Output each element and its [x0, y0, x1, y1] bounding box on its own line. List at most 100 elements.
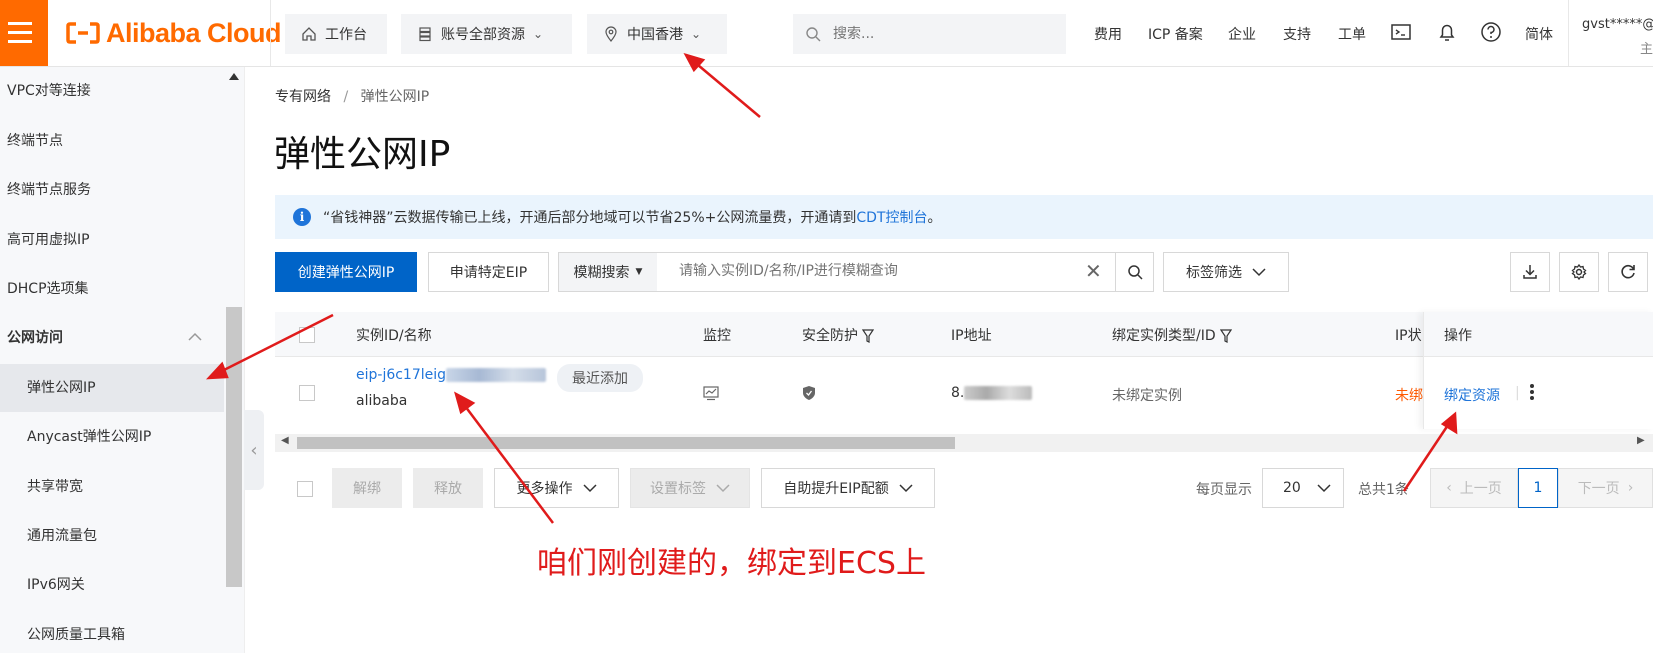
set-tags-button[interactable]: 设置标签: [630, 468, 750, 508]
sidebar-item-traffic-package[interactable]: 通用流量包: [0, 512, 224, 560]
instance-id-text: eip-j6c17leig: [356, 367, 447, 383]
header-link-support[interactable]: 支持: [1283, 24, 1311, 44]
account-name[interactable]: gvst*****@: [1582, 17, 1653, 32]
arrow-to-region: [691, 59, 761, 118]
cdt-console-link[interactable]: CDT控制台: [856, 210, 927, 226]
tag-filter-button[interactable]: 标签筛选: [1163, 252, 1289, 292]
create-eip-button[interactable]: 创建弹性公网IP: [275, 252, 417, 292]
gear-icon: [1571, 263, 1587, 281]
language-switch[interactable]: 简体: [1525, 24, 1553, 44]
clear-icon[interactable]: ✕: [1085, 259, 1102, 283]
breadcrumb-current: 弹性公网IP: [360, 89, 430, 105]
sidebar-item-label: 高可用虚拟IP: [7, 232, 90, 248]
refresh-button[interactable]: [1608, 252, 1648, 292]
download-button[interactable]: [1510, 252, 1550, 292]
alibaba-cloud-logo[interactable]: Alibaba Cloud: [66, 17, 282, 48]
search-mode-label: 模糊搜索: [573, 265, 630, 281]
sidebar-item-endpoint[interactable]: 终端节点: [0, 117, 224, 165]
apply-specific-eip-button[interactable]: 申请特定EIP: [428, 252, 549, 292]
next-page-button[interactable]: 下一页 ›: [1558, 468, 1653, 508]
sidebar-scrollbar[interactable]: [226, 307, 242, 587]
sidebar-item-dhcp[interactable]: DHCP选项集: [0, 265, 224, 313]
page-1-button[interactable]: 1: [1518, 468, 1558, 508]
scroll-right-icon[interactable]: ▶: [1637, 435, 1645, 446]
sidebar-item-havip[interactable]: 高可用虚拟IP: [0, 216, 224, 264]
more-vertical-icon[interactable]: [1529, 383, 1535, 401]
bottom-select-all-checkbox[interactable]: [297, 481, 313, 497]
header-link-icp[interactable]: ICP 备案: [1148, 24, 1203, 44]
notice-banner: i “省钱神器”云数据传输已上线，开通后部分地域可以节省25%+公网流量费，开通…: [275, 195, 1653, 239]
workbench-button[interactable]: 工作台: [285, 14, 387, 54]
top-bar: Alibaba Cloud 工作台 账号全部资源 ⌄ 中国香港 ⌄ 费用 ICP…: [0, 0, 1653, 67]
row-checkbox[interactable]: [299, 385, 315, 401]
filter-icon[interactable]: [1219, 329, 1233, 343]
column-bind-instance-label: 绑定实例类型/ID: [1112, 328, 1216, 344]
prev-page-button[interactable]: ‹ 上一页: [1430, 468, 1518, 508]
raise-quota-label: 自助提升EIP配额: [783, 481, 889, 497]
sidebar-item-eip[interactable]: 弹性公网IP: [0, 364, 224, 412]
column-bind-instance[interactable]: 绑定实例类型/ID: [1112, 325, 1233, 345]
instance-search-input[interactable]: [677, 262, 1061, 280]
column-security[interactable]: 安全防护: [802, 325, 875, 345]
sidebar-item-anycast-eip[interactable]: Anycast弹性公网IP: [0, 413, 224, 461]
resource-group-label: 账号全部资源: [441, 27, 525, 43]
sidebar-item-label: 通用流量包: [27, 528, 97, 544]
sidebar-item-endpoint-service[interactable]: 终端节点服务: [0, 166, 224, 214]
location-pin-icon: [605, 26, 617, 42]
sidebar-group-label: 公网访问: [7, 330, 63, 346]
chevron-left-icon: ‹: [250, 439, 258, 461]
chevron-down-icon: ⌄: [691, 27, 702, 41]
sidebar-item-label: IPv6网关: [27, 577, 85, 593]
region-label: 中国香港: [627, 27, 683, 43]
global-search-input[interactable]: [831, 25, 1035, 43]
header-link-billing[interactable]: 费用: [1094, 24, 1122, 44]
monitor-icon[interactable]: [703, 385, 719, 401]
raise-eip-quota-button[interactable]: 自助提升EIP配额: [761, 468, 935, 508]
horizontal-scroll-thumb[interactable]: [297, 437, 955, 449]
sidebar-item-vpc-peering[interactable]: VPC对等连接: [0, 67, 224, 115]
terminal-icon[interactable]: [1390, 21, 1412, 43]
sidebar-item-label: DHCP选项集: [7, 281, 89, 297]
page-size-select[interactable]: 20: [1262, 468, 1344, 508]
unbind-button[interactable]: 解绑: [332, 468, 402, 508]
resource-group-selector[interactable]: 账号全部资源 ⌄: [401, 14, 572, 54]
sidebar-collapse-handle[interactable]: ‹: [244, 410, 264, 490]
shield-icon[interactable]: [802, 385, 816, 401]
search-mode-select[interactable]: 模糊搜索 ▼: [559, 253, 657, 291]
instance-name: alibaba: [356, 393, 408, 409]
select-all-checkbox[interactable]: [299, 327, 315, 343]
global-search[interactable]: [793, 14, 1066, 54]
action-divider: |: [1515, 385, 1520, 401]
release-button[interactable]: 释放: [413, 468, 483, 508]
eip-table: 实例ID/名称 监控 安全防护 IP地址 绑定实例类型/ID IP状 eip-j…: [275, 312, 1653, 457]
chevron-down-icon: [1317, 484, 1331, 493]
settings-button[interactable]: [1559, 252, 1599, 292]
region-selector[interactable]: 中国香港 ⌄: [587, 14, 727, 54]
chevron-down-icon: [716, 484, 730, 493]
scroll-left-icon[interactable]: ◀: [281, 435, 289, 446]
bell-icon[interactable]: [1436, 21, 1458, 43]
header-link-ticket[interactable]: 工单: [1338, 24, 1366, 44]
logo-text: Alibaba Cloud: [106, 17, 282, 48]
filter-icon[interactable]: [862, 329, 875, 343]
more-actions-label: 更多操作: [516, 481, 573, 497]
sidebar-item-shared-bandwidth[interactable]: 共享带宽: [0, 463, 224, 511]
header-link-enterprise[interactable]: 企业: [1228, 24, 1256, 44]
bind-resource-link[interactable]: 绑定资源: [1444, 385, 1500, 405]
sidebar-group-public-access[interactable]: 公网访问: [0, 314, 224, 362]
search-button[interactable]: [1115, 253, 1154, 291]
sidebar-item-quality-toolbox[interactable]: 公网质量工具箱: [0, 611, 224, 659]
sidebar-item-label: Anycast弹性公网IP: [27, 429, 152, 445]
help-icon[interactable]: [1480, 21, 1502, 43]
download-icon: [1523, 265, 1537, 279]
database-icon: [419, 27, 431, 42]
column-security-label: 安全防护: [802, 328, 858, 344]
breadcrumb-parent[interactable]: 专有网络: [275, 89, 331, 105]
more-actions-button[interactable]: 更多操作: [494, 468, 619, 508]
annotation-text: 咱们刚创建的，绑定到ECS上: [537, 546, 926, 581]
sidebar-item-ipv6-gateway[interactable]: IPv6网关: [0, 561, 224, 609]
instance-id-link[interactable]: eip-j6c17leig: [356, 367, 547, 383]
menu-icon[interactable]: [0, 0, 48, 66]
table-horizontal-scrollbar[interactable]: ◀ ▶: [275, 434, 1653, 452]
scroll-up-icon[interactable]: [229, 73, 239, 80]
